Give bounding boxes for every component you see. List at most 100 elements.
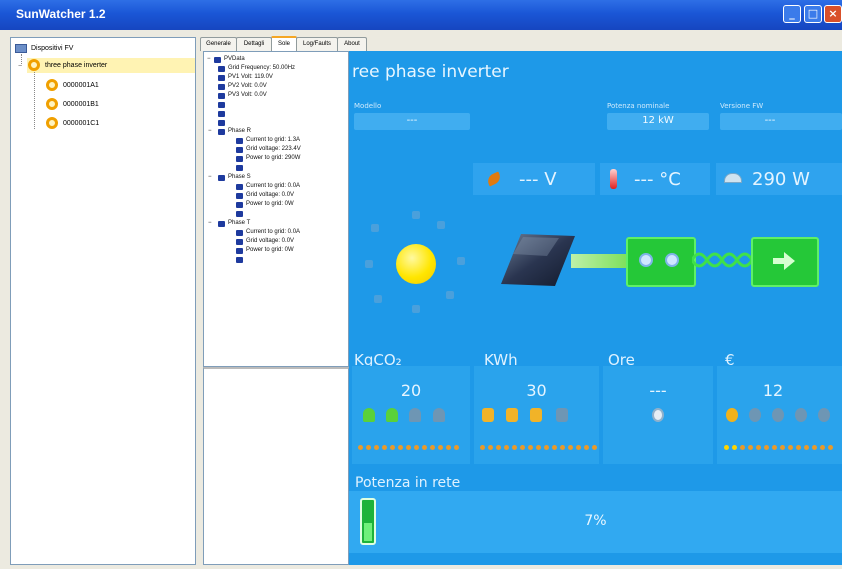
energy-beam — [571, 254, 627, 268]
pv-phase-item-label: Power to grid: 0W — [246, 247, 294, 253]
minimize-button[interactable]: _ — [783, 5, 801, 23]
model-value: --- — [406, 115, 418, 126]
collapse-icon: − — [18, 63, 23, 70]
coin-icon — [726, 408, 738, 422]
pv-phase-item-label: Power to grid: 290W — [246, 155, 301, 161]
coin-icon — [795, 408, 807, 422]
pv-phase-label: Phase S — [228, 174, 251, 180]
grid-box — [751, 237, 819, 287]
pv-phase-label: Phase T — [228, 220, 251, 226]
item-icon — [236, 202, 243, 208]
item-icon — [218, 102, 225, 108]
item-icon — [236, 147, 243, 153]
item-icon — [236, 257, 243, 263]
voltage-meter: --- V — [473, 163, 595, 195]
coin-icon — [818, 408, 830, 422]
item-icon — [218, 120, 225, 126]
fw-version-field: --- — [720, 113, 842, 130]
nominal-power-value: 12 kW — [642, 115, 674, 126]
collapse-icon: − — [207, 56, 211, 62]
tree-icon — [409, 408, 421, 422]
pv-phase-item-label: Current to grid: 0.0A — [246, 229, 301, 235]
tree-icon — [433, 408, 445, 422]
fw-version-label: Versione FW — [720, 102, 764, 110]
leaf-icon — [485, 171, 503, 187]
collapse-icon: − — [208, 220, 212, 226]
item-icon — [218, 75, 225, 81]
pv-grid-item-label: PV3 Volt: 0.0V — [228, 92, 267, 98]
tab-dettagli[interactable]: Dettagli — [236, 37, 272, 51]
nominal-power-label: Potenza nominale — [607, 102, 670, 110]
item-icon — [218, 93, 225, 99]
item-icon — [236, 165, 243, 171]
tree-item-label: 0000001B1 — [63, 101, 99, 108]
tab-sole[interactable]: Sole — [271, 36, 297, 52]
tree-root-label: Dispositivi FV — [31, 45, 74, 52]
pv-phase-item-label: Grid voltage: 223.4V — [246, 146, 301, 152]
item-icon — [236, 211, 243, 217]
model-field: --- — [354, 113, 470, 130]
solar-panel-icon — [501, 234, 575, 286]
pv-phase-item-label: Grid voltage: 0.0V — [246, 192, 295, 198]
item-icon — [236, 138, 243, 144]
tab-log-faults[interactable]: Log/Faults — [296, 37, 338, 51]
sun-icon — [396, 244, 436, 284]
tab-about[interactable]: About — [337, 37, 367, 51]
temperature-value: --- °C — [634, 169, 681, 190]
close-button[interactable]: × — [824, 5, 842, 23]
maximize-icon: □ — [807, 7, 819, 20]
fw-version-value: --- — [764, 115, 776, 126]
item-icon — [236, 193, 243, 199]
pv-phase-item-label: Power to grid: 0W — [246, 201, 294, 207]
pv-data-tree: − PVData Grid Frequency: 50.00Hz PV1 Volt… — [203, 51, 349, 367]
device-node-icon — [46, 98, 58, 110]
tree-item-label: 0000001C1 — [63, 120, 100, 127]
pv-grid-item-label: Grid Frequency: 50.00Hz — [228, 65, 296, 71]
inverter-node-icon — [28, 59, 40, 71]
pv-detail-pane — [203, 367, 349, 565]
battery-icon — [530, 408, 542, 422]
stopwatch-icon — [652, 408, 664, 422]
pv-phase-item-label: Current to grid: 0.0A — [246, 183, 301, 189]
thermometer-icon — [610, 169, 617, 189]
energy-dots — [480, 435, 600, 450]
item-icon — [236, 156, 243, 162]
item-icon — [236, 184, 243, 190]
folder-icon — [218, 221, 225, 227]
inverter-box — [626, 237, 696, 287]
inverter-dot-icon — [639, 253, 653, 267]
model-label: Modello — [354, 102, 382, 110]
battery-icon — [556, 408, 568, 422]
close-icon: × — [828, 7, 838, 20]
pv-grid-item-label: PV1 Volt: 119.0V — [228, 74, 273, 80]
coin-icon — [749, 408, 761, 422]
tree-icon — [386, 408, 398, 422]
money-value: 12 — [762, 381, 784, 400]
grid-power-value: 7% — [584, 513, 607, 529]
battery-icon — [506, 408, 518, 422]
arrow-right-icon — [773, 252, 795, 270]
device-node-icon — [46, 117, 58, 129]
ac-wave-icon — [692, 252, 752, 268]
maximize-button[interactable]: □ — [804, 5, 822, 23]
item-icon — [218, 111, 225, 117]
folder-icon — [218, 129, 225, 135]
tree-icon — [363, 408, 375, 422]
item-icon — [236, 230, 243, 236]
power-meter: 290 W — [716, 163, 842, 195]
window-titlebar: SunWatcher 1.2 _ □ × — [0, 0, 842, 30]
inverter-dashboard: ree phase inverter Modello --- Potenza n… — [349, 51, 842, 565]
device-node-icon — [46, 79, 58, 91]
voltage-value: --- V — [519, 169, 557, 190]
co2-value: 20 — [400, 381, 422, 400]
tree-item-inverter-label: three phase inverter — [45, 62, 108, 69]
pv-grid-item-label: PV2 Volt: 0.0V — [228, 83, 267, 89]
coin-icon — [772, 408, 784, 422]
co2-dots — [358, 435, 462, 450]
power-value: 290 W — [752, 169, 810, 190]
device-tree-pane: Dispositivi FV − three phase inverter 00… — [10, 37, 196, 565]
tab-generale[interactable]: Generale — [200, 37, 237, 51]
tree-item-label: 0000001A1 — [63, 82, 99, 89]
temperature-meter: --- °C — [600, 163, 710, 195]
minimize-icon: _ — [789, 7, 795, 20]
